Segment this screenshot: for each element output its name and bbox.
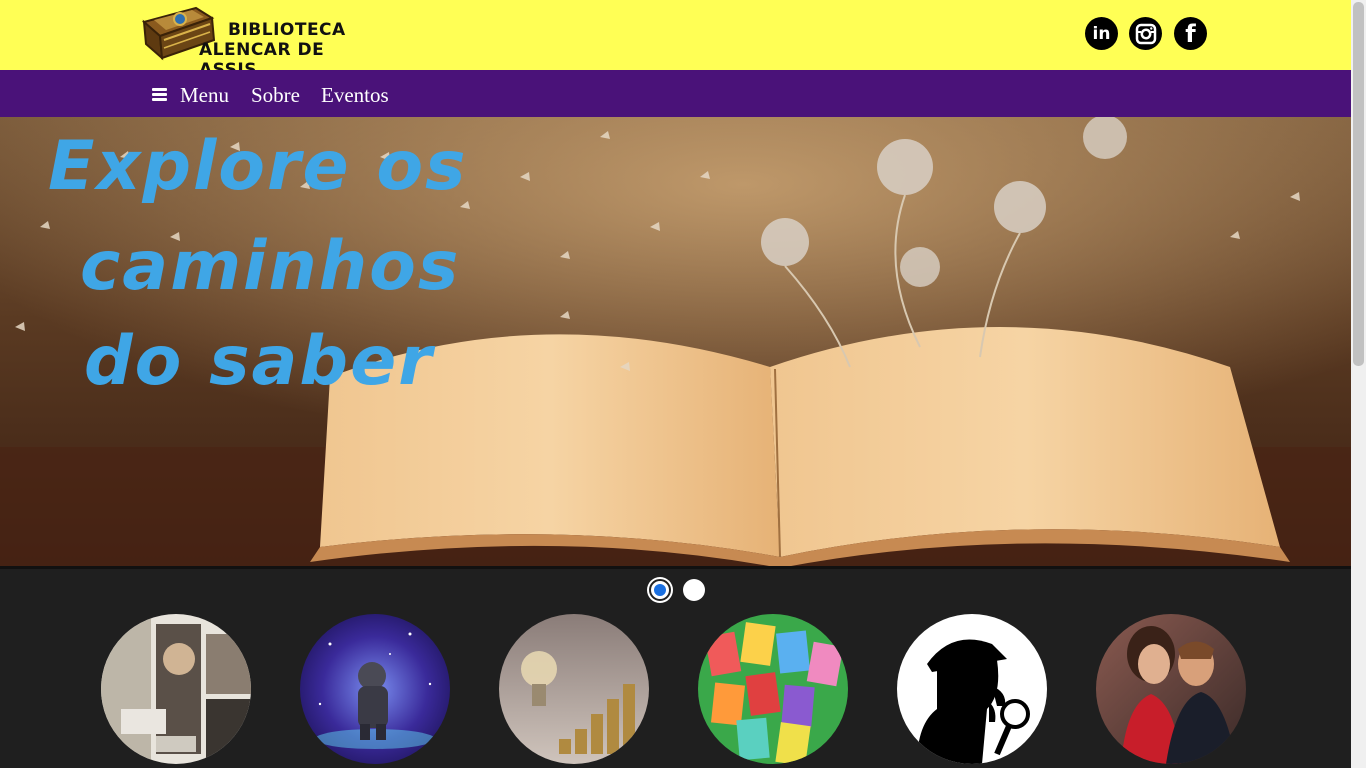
linkedin-label: in [1092, 23, 1111, 44]
menu-hamburger-icon[interactable] [152, 88, 167, 101]
facebook-icon[interactable]: f [1174, 17, 1207, 50]
instagram-glyph [1135, 23, 1156, 44]
nav-eventos[interactable]: Eventos [321, 83, 389, 107]
hero-line-1: Explore os [48, 127, 468, 206]
nav-menu[interactable]: Menu [180, 83, 229, 107]
category-history-thumbnail[interactable] [101, 614, 251, 764]
history-collage-icon [101, 614, 251, 764]
category-romance-thumbnail[interactable] [1096, 614, 1246, 764]
logo-line-1: BIBLIOTECA [228, 20, 346, 40]
scrollbar-thumb[interactable] [1353, 2, 1364, 366]
category-mystery-thumbnail[interactable] [897, 614, 1047, 764]
hero-line-3: do saber [84, 322, 434, 401]
carousel-dot-2[interactable] [683, 579, 705, 601]
page: BIBLIOTECA ALENCAR DE ASSIS in f Menu So… [0, 0, 1366, 768]
hero-divider [0, 566, 1351, 569]
nav-sobre[interactable]: Sobre [251, 83, 300, 107]
header-bar: BIBLIOTECA ALENCAR DE ASSIS in f [0, 0, 1351, 80]
children-books-icon [698, 614, 848, 764]
lightbulb-coins-icon [499, 614, 649, 764]
romance-couple-icon [1096, 614, 1246, 764]
carousel-dot-1[interactable] [649, 579, 671, 601]
facebook-label: f [1185, 19, 1196, 48]
category-scifi-thumbnail[interactable] [300, 614, 450, 764]
detective-silhouette-icon [897, 614, 1047, 764]
category-kids-thumbnail[interactable] [698, 614, 848, 764]
site-logo[interactable]: BIBLIOTECA ALENCAR DE ASSIS [138, 0, 348, 80]
hero-banner: Explore os caminhos do saber [0, 117, 1351, 568]
category-business-thumbnail[interactable] [499, 614, 649, 764]
astronaut-space-icon [300, 614, 450, 764]
instagram-icon[interactable] [1129, 17, 1162, 50]
hero-line-2: caminhos [80, 227, 461, 306]
linkedin-icon[interactable]: in [1085, 17, 1118, 50]
